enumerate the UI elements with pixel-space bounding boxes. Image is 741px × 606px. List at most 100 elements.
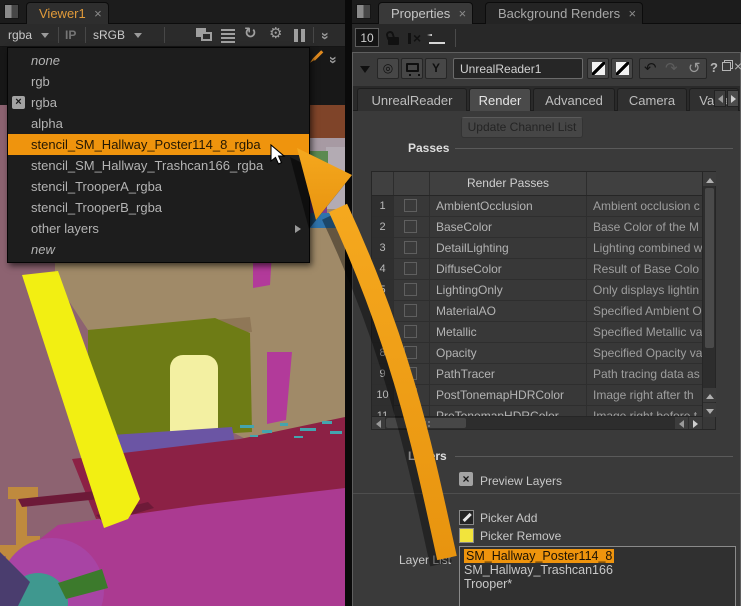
tab-properties[interactable]: Properties × xyxy=(378,2,473,24)
pass-checkbox[interactable] xyxy=(394,238,430,258)
table-row[interactable]: 7MetallicSpecified Metallic va xyxy=(372,322,703,343)
menu-item-stencil-poster[interactable]: stencil_SM_Hallway_Poster114_8_rgba xyxy=(8,134,309,155)
pass-checkbox[interactable] xyxy=(394,301,430,321)
tab-background-renders[interactable]: Background Renders × xyxy=(485,2,643,24)
panel-collapse-icon[interactable] xyxy=(360,66,370,73)
pass-checkbox[interactable] xyxy=(394,280,430,300)
scroll-left-icon[interactable] xyxy=(372,417,385,429)
layer-list-item[interactable]: Trooper* xyxy=(464,577,731,591)
close-icon[interactable]: × xyxy=(94,3,102,25)
table-row[interactable]: 10PostTonemapHDRColorImage right after t… xyxy=(372,385,703,406)
expand-side-toolbar-chevron-icon[interactable]: » xyxy=(326,56,342,62)
tab-advanced[interactable]: Advanced xyxy=(533,88,615,111)
pass-checkbox[interactable] xyxy=(394,322,430,342)
menu-item-alpha[interactable]: alpha xyxy=(8,113,309,134)
node-glance-button[interactable]: ◎ xyxy=(377,58,399,79)
tab-viewer1[interactable]: Viewer1 × xyxy=(26,2,109,24)
max-panels-input[interactable]: 10 xyxy=(355,28,379,47)
revert-icon[interactable]: ↺ xyxy=(688,59,701,78)
viewer-tabbar: Viewer1 × xyxy=(0,0,345,24)
scroll-down-icon[interactable] xyxy=(703,403,716,417)
layer-stack-icon[interactable] xyxy=(221,29,235,43)
table-row[interactable]: 4DiffuseColorResult of Base Colo xyxy=(372,259,703,280)
tab-unrealreader[interactable]: UnrealReader xyxy=(357,88,467,111)
close-all-panels-icon[interactable]: × xyxy=(408,30,421,46)
help-button[interactable]: ? xyxy=(710,60,718,75)
viewer-pane: Viewer1 × rgba IP sRGB ↻ ⚙ » xyxy=(0,0,345,606)
channel-select-value: rgba xyxy=(8,28,32,42)
scroll-left-icon[interactable] xyxy=(675,417,688,429)
picker-remove-swatch[interactable] xyxy=(459,528,474,543)
tab-scroll-left[interactable] xyxy=(714,90,726,107)
ip-toggle[interactable]: IP xyxy=(65,28,76,42)
pass-checkbox[interactable] xyxy=(394,343,430,363)
node-color-swatch-button[interactable] xyxy=(587,58,609,79)
node-name-field[interactable] xyxy=(453,58,583,79)
table-row[interactable]: 2BaseColorBase Color of the M xyxy=(372,217,703,238)
update-region-gear-icon[interactable]: ⚙ xyxy=(269,26,282,41)
vertical-scrollbar[interactable] xyxy=(702,172,715,416)
table-row[interactable]: 9PathTracerPath tracing data as xyxy=(372,364,703,385)
tab-scroll-right[interactable] xyxy=(727,90,739,107)
table-row[interactable]: 3DetailLightingLighting combined w xyxy=(372,238,703,259)
sync-icon[interactable]: ↻ xyxy=(244,26,257,41)
scrollbar-thumb[interactable] xyxy=(705,188,714,348)
table-row[interactable]: 11PreTonemapHDRColorImage right before t xyxy=(372,406,703,416)
wrench-settings-button[interactable]: Y xyxy=(425,58,447,79)
scrollbar-thumb[interactable] xyxy=(386,418,466,428)
properties-pane: Properties × Background Renders × 10 × ◎… xyxy=(352,0,741,606)
update-channel-list-button[interactable]: Update Channel List xyxy=(461,117,583,138)
menu-item-rgb[interactable]: rgb xyxy=(8,71,309,92)
menu-item-stencil-trashcan[interactable]: stencil_SM_Hallway_Trashcan166_rgba xyxy=(8,155,309,176)
scroll-right-icon[interactable] xyxy=(689,417,702,429)
unrealreader-node-panel: ◎ Y ↶ ↷ ↺ ? × UnrealReader Render Adv xyxy=(352,52,741,606)
pass-checkbox[interactable] xyxy=(394,196,430,216)
pass-checkbox[interactable] xyxy=(394,385,430,405)
monitor-out-button[interactable] xyxy=(401,58,423,79)
lock-icon[interactable] xyxy=(386,31,400,45)
menu-item-rgba[interactable]: × rgba xyxy=(8,92,309,113)
scroll-up-icon[interactable] xyxy=(703,388,716,402)
table-row[interactable]: 5LightingOnlyOnly displays lightin xyxy=(372,280,703,301)
pass-checkbox[interactable] xyxy=(394,217,430,237)
pass-checkbox[interactable] xyxy=(394,364,430,384)
preview-layers-checkbox[interactable]: × xyxy=(459,472,473,486)
pause-icon[interactable] xyxy=(294,29,305,42)
layer-list-item[interactable]: SM_Hallway_Trashcan166 xyxy=(464,563,731,577)
table-row[interactable]: 8OpacitySpecified Opacity va xyxy=(372,343,703,364)
redo-icon[interactable]: ↷ xyxy=(665,59,678,78)
table-row[interactable]: 6MaterialAOSpecified Ambient O xyxy=(372,301,703,322)
float-panel-icon[interactable] xyxy=(722,60,733,71)
pane-corner-icon[interactable] xyxy=(356,4,371,19)
expand-toolbar-chevron-icon[interactable]: » xyxy=(318,32,334,38)
close-icon[interactable]: × xyxy=(629,3,637,25)
close-panel-icon[interactable]: × xyxy=(734,58,741,74)
menu-item-stencil-trooperb[interactable]: stencil_TrooperB_rgba xyxy=(8,197,309,218)
picker-remove-label: Picker Remove xyxy=(480,529,561,543)
table-row[interactable]: 1AmbientOcclusionAmbient occlusion c xyxy=(372,196,703,217)
tab-render[interactable]: Render xyxy=(469,88,531,111)
pass-checkbox[interactable] xyxy=(394,259,430,279)
menu-item-stencil-troopera[interactable]: stencil_TrooperA_rgba xyxy=(8,176,309,197)
menu-item-none[interactable]: none xyxy=(8,50,309,71)
close-icon[interactable]: × xyxy=(459,3,467,25)
layer-list-item[interactable]: SM_Hallway_Poster114_8 xyxy=(464,549,731,563)
tab-camera[interactable]: Camera xyxy=(617,88,687,111)
horizontal-scrollbar[interactable] xyxy=(372,416,703,429)
pane-corner-icon[interactable] xyxy=(4,4,19,19)
colorspace-select[interactable]: sRGB xyxy=(93,28,142,42)
undo-icon[interactable]: ↶ xyxy=(644,59,657,78)
group-divider xyxy=(455,456,733,457)
toolbar-separator xyxy=(164,27,165,43)
channel-select[interactable]: rgba xyxy=(8,28,49,42)
gl-color-swatch-button[interactable] xyxy=(611,58,633,79)
picker-add-swatch[interactable] xyxy=(459,510,474,525)
pass-checkbox[interactable] xyxy=(394,406,430,416)
viewer-tab-label: Viewer1 xyxy=(39,6,86,21)
menu-item-new[interactable]: new xyxy=(8,239,309,260)
scroll-up-icon[interactable] xyxy=(703,172,716,186)
pane-divider[interactable] xyxy=(345,0,352,606)
toolbar-separator xyxy=(455,29,456,47)
menu-item-other-layers[interactable]: other layers xyxy=(8,218,309,239)
layer-list-box[interactable]: SM_Hallway_Poster114_8 SM_Hallway_Trashc… xyxy=(459,546,736,606)
